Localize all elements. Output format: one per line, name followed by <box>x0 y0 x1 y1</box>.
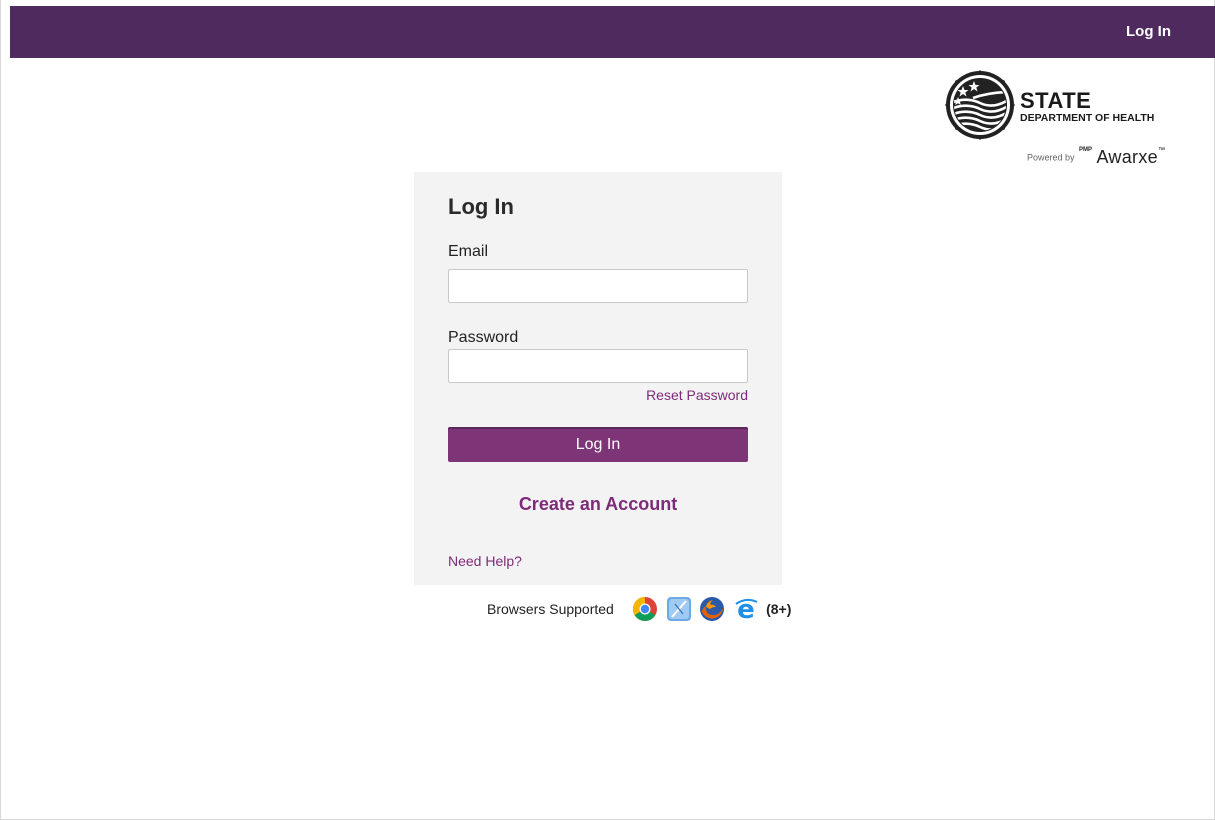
login-card: Log In Email Password Reset Password Log… <box>414 172 782 585</box>
login-button[interactable]: Log In <box>448 427 748 462</box>
internet-explorer-icon: e <box>735 596 758 622</box>
powered-by-label: Powered by <box>1027 152 1075 163</box>
header-login-link[interactable]: Log In <box>1126 23 1171 40</box>
page: Log In STATE DEPARTMENT OF HEALTH Powere… <box>0 0 1215 820</box>
browsers-supported-label: Browsers Supported <box>487 601 614 617</box>
trademark-mark: ™ <box>1157 147 1165 154</box>
brand-subtitle: DEPARTMENT OF HEALTH <box>1020 112 1155 124</box>
need-help-link[interactable]: Need Help? <box>448 553 522 569</box>
browsers-supported: Browsers Supported e (8+) <box>487 596 791 626</box>
top-navigation-bar: Log In <box>10 6 1215 58</box>
chrome-icon <box>633 597 658 622</box>
email-field[interactable] <box>448 269 748 303</box>
state-seal-icon <box>945 70 1015 140</box>
pmp-mark: PMP <box>1078 147 1092 153</box>
brand-logo: STATE DEPARTMENT OF HEALTH Powered by PM… <box>945 70 1185 170</box>
powered-by-line: Powered by PMP Awarxe™ <box>1027 147 1165 168</box>
create-account-link[interactable]: Create an Account <box>414 494 782 515</box>
firefox-icon <box>700 597 725 621</box>
password-label: Password <box>448 329 519 346</box>
safari-icon <box>666 597 691 621</box>
product-logo-text: Awarxe <box>1096 147 1158 167</box>
reset-password-link[interactable]: Reset Password <box>646 387 748 403</box>
brand-title: STATE <box>1020 88 1092 113</box>
password-field[interactable] <box>448 349 748 383</box>
ie-version-note: (8+) <box>766 601 792 617</box>
email-label: Email <box>448 243 489 260</box>
login-heading: Log In <box>448 194 514 219</box>
